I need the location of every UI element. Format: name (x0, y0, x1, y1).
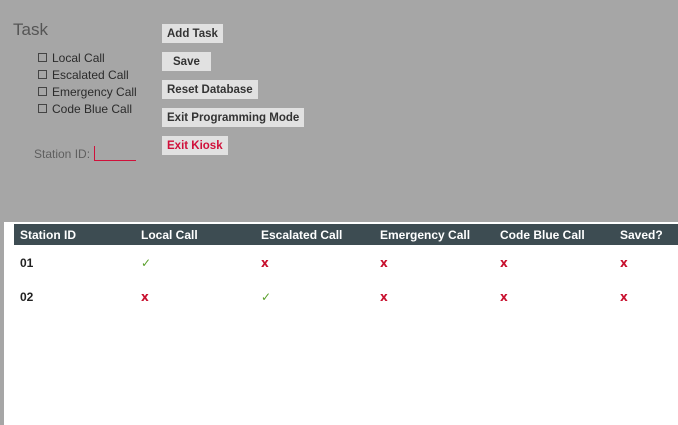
column-header-code-blue-call: Code Blue Call (500, 228, 585, 242)
task-option-label: Local Call (52, 50, 105, 65)
checkbox[interactable] (38, 53, 47, 62)
cross-icon: x (380, 290, 388, 304)
station-id-cell: 02 (20, 290, 34, 304)
table-row: 02 x ✓ x x x (14, 279, 678, 313)
checkbox[interactable] (38, 87, 47, 96)
task-option-label: Emergency Call (52, 84, 137, 99)
exit-kiosk-button[interactable]: Exit Kiosk (162, 136, 228, 155)
cross-icon: x (500, 290, 508, 304)
cross-icon: x (261, 256, 269, 270)
checkbox[interactable] (38, 104, 47, 113)
table-header: Station ID Local Call Escalated Call Eme… (14, 224, 678, 245)
column-header-station-id: Station ID (20, 228, 76, 242)
reset-database-button[interactable]: Reset Database (162, 80, 258, 99)
check-icon: ✓ (261, 290, 272, 304)
table-row: 01 ✓ x x x x (14, 245, 678, 279)
exit-programming-mode-button[interactable]: Exit Programming Mode (162, 108, 305, 127)
station-id-label: Station ID: (34, 147, 91, 161)
add-task-button[interactable]: Add Task (162, 24, 223, 43)
task-option-label: Code Blue Call (52, 101, 133, 116)
cross-icon: x (620, 290, 628, 304)
task-title: Task (13, 20, 48, 39)
checkbox[interactable] (38, 70, 47, 79)
check-icon: ✓ (141, 256, 152, 270)
task-option-label: Escalated Call (52, 67, 129, 82)
column-header-saved: Saved? (620, 228, 663, 242)
save-button[interactable]: Save (162, 52, 211, 71)
left-edge-strip (0, 0, 4, 425)
column-header-escalated-call: Escalated Call (261, 228, 343, 242)
station-table: Station ID Local Call Escalated Call Eme… (14, 224, 678, 313)
cross-icon: x (380, 256, 388, 270)
cross-icon: x (500, 256, 508, 270)
station-id-input[interactable] (94, 146, 136, 161)
column-header-local-call: Local Call (141, 228, 198, 242)
column-header-emergency-call: Emergency Call (380, 228, 471, 242)
cross-icon: x (141, 290, 149, 304)
task-option-emergency-call[interactable]: Emergency Call (38, 83, 137, 100)
task-option-code-blue-call[interactable]: Code Blue Call (38, 100, 137, 117)
cross-icon: x (620, 256, 628, 270)
task-option-local-call[interactable]: Local Call (38, 49, 137, 66)
task-option-escalated-call[interactable]: Escalated Call (38, 66, 137, 83)
task-options: Local Call Escalated Call Emergency Call… (38, 49, 137, 117)
station-id-cell: 01 (20, 256, 34, 270)
